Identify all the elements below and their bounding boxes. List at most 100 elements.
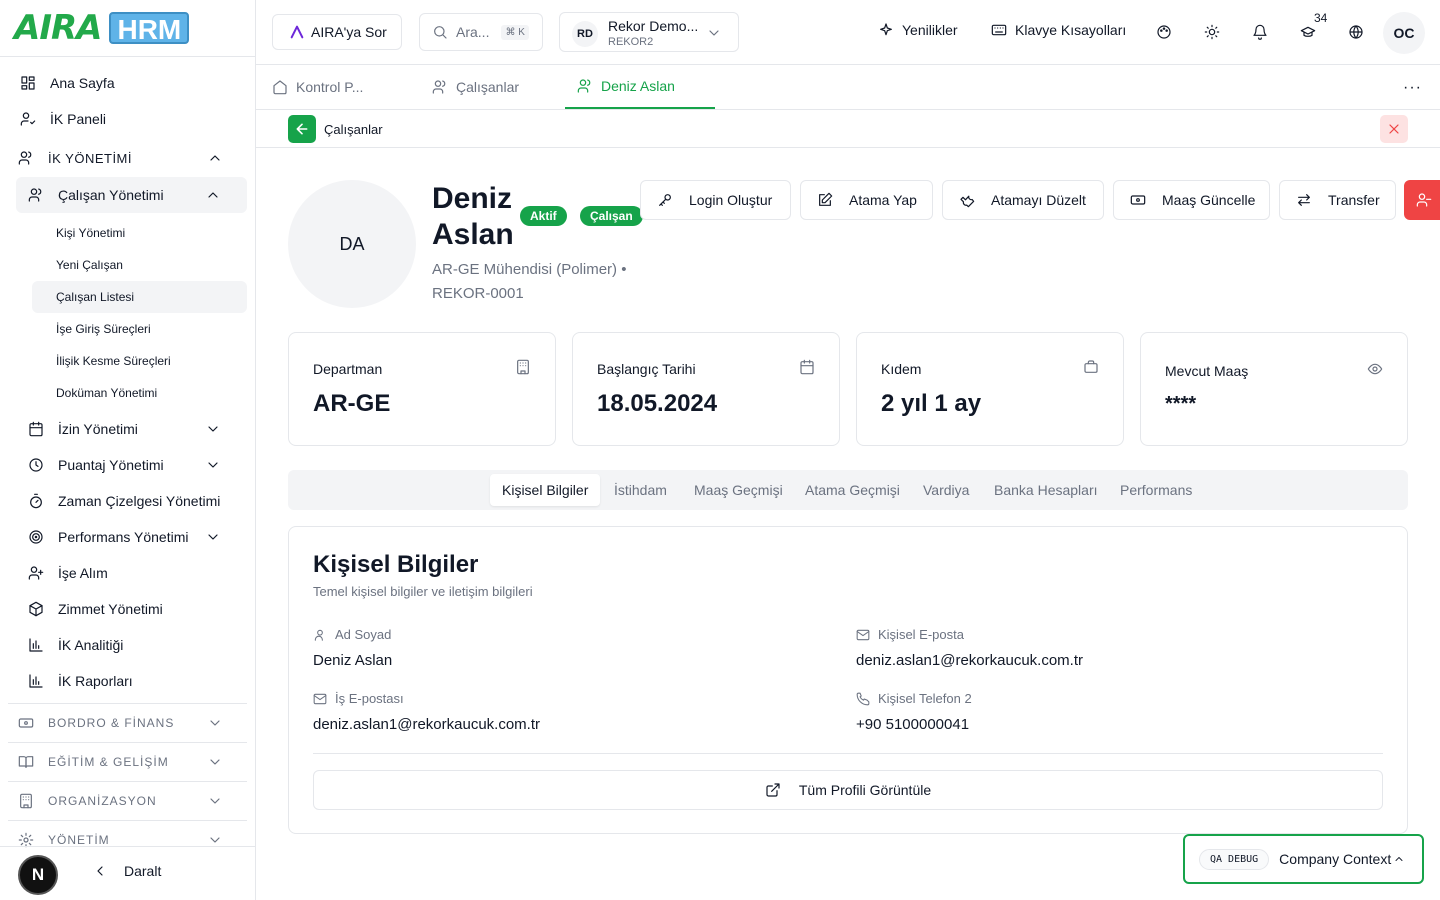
collapse-sidebar-button[interactable]: Daralt bbox=[92, 863, 161, 879]
sun-icon[interactable] bbox=[1204, 24, 1220, 40]
tab-salary-history[interactable]: Maaş Geçmişi bbox=[682, 474, 795, 506]
sidebar-item-hr-panel[interactable]: İK Paneli bbox=[8, 101, 247, 137]
button-label: Transfer bbox=[1328, 192, 1380, 208]
sidebar-subitem-new-employee[interactable]: Yeni Çalışan bbox=[8, 249, 247, 281]
section-description: Temel kişisel bilgiler ve iletişim bilgi… bbox=[313, 584, 533, 599]
eye-icon[interactable] bbox=[1367, 361, 1383, 377]
sidebar-item-assets[interactable]: Zimmet Yönetimi bbox=[8, 591, 247, 627]
tab-dashboard[interactable]: Kontrol P... bbox=[272, 65, 402, 109]
sidebar-item-leave[interactable]: İzin Yönetimi bbox=[8, 411, 247, 447]
aira-logo-icon bbox=[290, 25, 304, 39]
section-label: İK YÖNETİMİ bbox=[48, 150, 132, 166]
fix-assignment-button[interactable]: Atamayı Düzelt bbox=[942, 180, 1104, 220]
sidebar-item-timesheet[interactable]: Puantaj Yönetimi bbox=[8, 447, 247, 483]
sidebar-item-home[interactable]: Ana Sayfa bbox=[8, 65, 247, 101]
tab-assignment-history[interactable]: Atama Geçmişi bbox=[793, 474, 912, 506]
sidebar-item-recruitment[interactable]: İşe Alım bbox=[8, 555, 247, 591]
debug-tag: QA DEBUG bbox=[1199, 848, 1270, 870]
mail-icon bbox=[856, 629, 870, 640]
transfer-button[interactable]: Transfer bbox=[1279, 180, 1396, 220]
user-avatar[interactable]: OC bbox=[1383, 12, 1425, 54]
field-label: Kişisel Telefon 2 bbox=[856, 691, 972, 706]
tab-employment[interactable]: İstihdam bbox=[602, 474, 679, 506]
briefcase-icon bbox=[1084, 360, 1098, 373]
sidebar-subitem-employee-list[interactable]: Çalışan Listesi bbox=[32, 281, 247, 313]
calendar-icon bbox=[800, 359, 814, 375]
sidebar-item-label: Zimmet Yönetimi bbox=[58, 601, 163, 617]
sidebar-category-training[interactable]: EĞİTİM & GELİŞİM bbox=[8, 742, 247, 781]
back-button[interactable] bbox=[288, 115, 316, 143]
sidebar-footer: N Daralt bbox=[0, 846, 255, 900]
logo-badge: HRM bbox=[109, 12, 190, 45]
chevron-down-icon bbox=[210, 798, 220, 804]
profile-subtitle: AR-GE Mühendisi (Polimer) • REKOR-0001 bbox=[432, 258, 652, 306]
sidebar-section-hr[interactable]: İK YÖNETİMİ bbox=[8, 139, 247, 177]
sidebar-item-employee-management[interactable]: Çalışan Yönetimi bbox=[16, 177, 247, 213]
package-icon bbox=[29, 601, 43, 617]
tab-performance[interactable]: Performans bbox=[1108, 474, 1204, 506]
section-title: Kişisel Bilgiler bbox=[313, 551, 479, 578]
user-plus-icon bbox=[28, 566, 44, 580]
tab-bank-accounts[interactable]: Banka Hesapları bbox=[982, 474, 1110, 506]
users-icon bbox=[18, 151, 32, 165]
category-label: EĞİTİM & GELİŞİM bbox=[48, 755, 169, 769]
news-label: Yenilikler bbox=[902, 22, 958, 38]
profile-sub-tabs: Kişisel Bilgiler İstihdam Maaş Geçmişi A… bbox=[288, 470, 1408, 510]
arrow-left-icon bbox=[296, 123, 308, 135]
sidebar-item-label: Ana Sayfa bbox=[50, 75, 115, 91]
chevron-down-icon bbox=[210, 720, 220, 726]
sidebar-subitem-documents[interactable]: Doküman Yönetimi bbox=[8, 377, 247, 409]
more-tabs-button[interactable]: ··· bbox=[1403, 79, 1422, 97]
palette-icon[interactable] bbox=[1156, 24, 1172, 40]
qa-debug-panel[interactable]: QA DEBUG Company Context bbox=[1183, 834, 1424, 884]
sidebar-item-label: Performans Yönetimi bbox=[58, 529, 189, 545]
mail-icon bbox=[313, 693, 327, 704]
graduation-cap-icon[interactable] bbox=[1300, 24, 1316, 40]
sidebar-subitem-offboarding[interactable]: İlişik Kesme Süreçleri bbox=[8, 345, 247, 377]
tab-label: Çalışanlar bbox=[456, 79, 520, 95]
button-label: Maaş Güncelle bbox=[1162, 192, 1256, 208]
sidebar-item-time-schedule[interactable]: Zaman Çizelgesi Yönetimi bbox=[8, 483, 247, 519]
close-icon bbox=[1389, 124, 1399, 134]
close-button[interactable] bbox=[1380, 115, 1408, 143]
card-label: Başlangıç Tarihi bbox=[597, 361, 696, 377]
update-salary-button[interactable]: Maaş Güncelle bbox=[1113, 180, 1270, 220]
brand-logo[interactable]: AIRA HRM bbox=[0, 0, 255, 57]
shortcuts-label: Klavye Kısayolları bbox=[1015, 22, 1127, 38]
assign-button[interactable]: Atama Yap bbox=[800, 180, 933, 220]
sidebar-item-analytics[interactable]: İK Analitiği bbox=[8, 627, 247, 663]
breadcrumb-label[interactable]: Çalışanlar bbox=[324, 122, 383, 137]
phone-value: +90 5100000041 bbox=[856, 716, 970, 733]
search-input[interactable]: Ara... ⌘ K bbox=[419, 13, 543, 51]
bell-icon[interactable] bbox=[1252, 24, 1268, 40]
sidebar-category-payroll[interactable]: BORDRO & FİNANS bbox=[8, 703, 247, 742]
card-value: 18.05.2024 bbox=[597, 390, 718, 417]
start-date-card: Başlangıç Tarihi 18.05.2024 bbox=[572, 332, 840, 446]
ask-aira-button[interactable]: AIRA'ya Sor bbox=[272, 14, 402, 50]
sidebar-item-label: Çalışan Yönetimi bbox=[58, 187, 164, 203]
tab-shift[interactable]: Vardiya bbox=[911, 474, 981, 506]
target-icon bbox=[29, 530, 43, 544]
sidebar-item-reports[interactable]: İK Raporları bbox=[8, 663, 247, 699]
globe-icon[interactable] bbox=[1348, 24, 1364, 40]
tab-employees[interactable]: Çalışanlar bbox=[432, 65, 562, 109]
sidebar-item-performance[interactable]: Performans Yönetimi bbox=[8, 519, 247, 555]
card-value: 2 yıl 1 ay bbox=[881, 390, 982, 417]
logo-text: AIRA bbox=[14, 8, 102, 48]
view-full-profile-button[interactable]: Tüm Profili Görüntüle bbox=[313, 770, 1383, 810]
button-label: Tüm Profili Görüntüle bbox=[798, 782, 932, 798]
sidebar-subitem-person-management[interactable]: Kişi Yönetimi bbox=[8, 217, 247, 249]
news-button[interactable]: Yenilikler bbox=[878, 22, 958, 38]
company-switcher[interactable]: RD Rekor Demo... REKOR2 bbox=[559, 12, 739, 52]
bar-chart-icon bbox=[29, 638, 43, 652]
dev-indicator-badge[interactable]: N bbox=[18, 855, 58, 895]
tab-deniz-aslan[interactable]: Deniz Aslan bbox=[565, 65, 715, 109]
sidebar-subitem-onboarding[interactable]: İşe Giriş Süreçleri bbox=[8, 313, 247, 345]
terminate-button[interactable] bbox=[1404, 180, 1440, 220]
training-count-badge: 34 bbox=[1314, 11, 1328, 25]
keyboard-shortcuts-button[interactable]: Klavye Kısayolları bbox=[991, 22, 1126, 38]
create-login-button[interactable]: Login Oluştur bbox=[640, 180, 791, 220]
tab-personal-info[interactable]: Kişisel Bilgiler bbox=[490, 474, 601, 506]
sidebar-item-label: İK Analitiği bbox=[58, 637, 124, 653]
sidebar-category-organization[interactable]: ORGANİZASYON bbox=[8, 781, 247, 820]
